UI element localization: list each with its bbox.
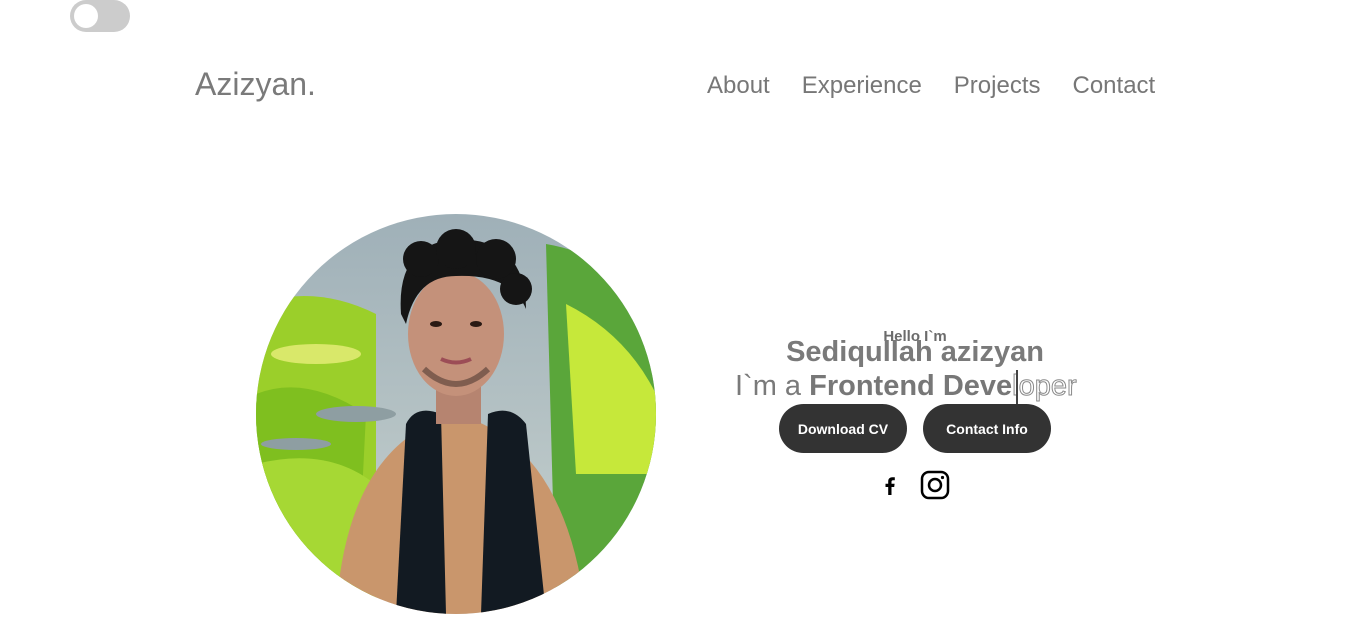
hero-role: I`m a Frontend Developer xyxy=(735,370,1077,403)
nav-contact[interactable]: Contact xyxy=(1073,72,1156,100)
nav-projects[interactable]: Projects xyxy=(954,72,1041,100)
hero-name: Sediqullah azizyan xyxy=(786,336,1044,368)
facebook-icon[interactable] xyxy=(878,473,902,497)
theme-toggle[interactable] xyxy=(70,0,130,32)
role-prefix: I`m a xyxy=(735,370,810,402)
theme-toggle-knob xyxy=(74,4,98,28)
site-logo[interactable]: Azizyan. xyxy=(195,66,316,103)
instagram-icon[interactable] xyxy=(920,470,950,500)
nav-experience[interactable]: Experience xyxy=(802,72,922,100)
profile-photo xyxy=(256,214,656,614)
contact-info-button[interactable]: Contact Info xyxy=(923,404,1051,453)
role-typed: Frontend Deve xyxy=(809,370,1013,402)
main-nav: About Experience Projects Contact xyxy=(707,72,1155,100)
nav-about[interactable]: About xyxy=(707,72,770,100)
role-remaining: loper xyxy=(1012,370,1077,403)
download-cv-button[interactable]: Download CV xyxy=(779,404,907,453)
typing-cursor xyxy=(1016,370,1018,406)
social-links xyxy=(878,470,950,500)
